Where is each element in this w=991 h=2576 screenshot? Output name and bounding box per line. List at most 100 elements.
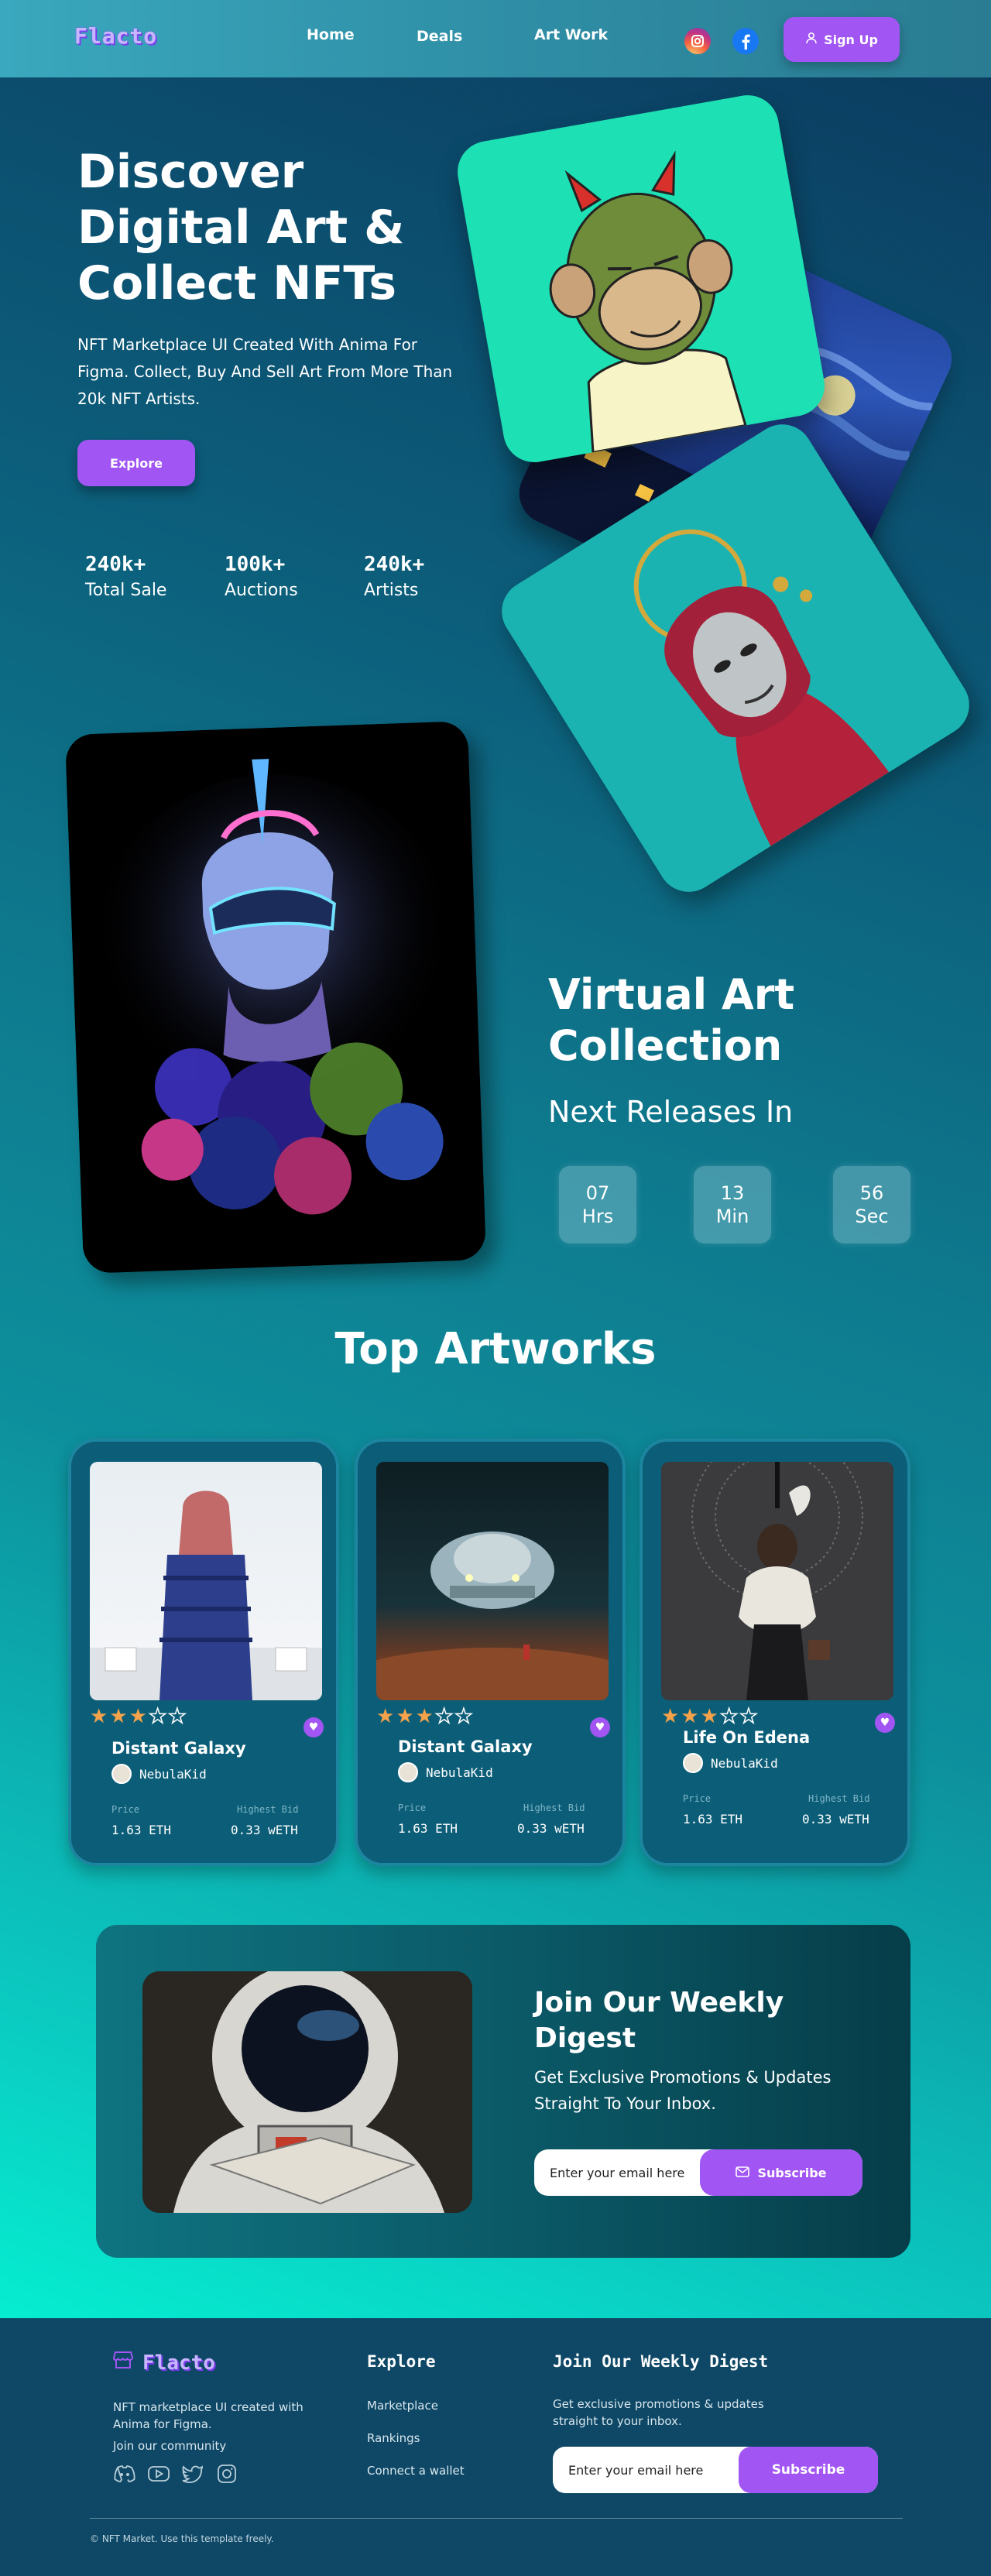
explore-button[interactable]: Explore [77, 440, 195, 486]
youtube-icon[interactable] [147, 2462, 170, 2485]
virtual-art-image[interactable] [65, 721, 486, 1274]
stat-value: 240k+ [364, 553, 425, 576]
artwork-creator[interactable]: NebulaKid [111, 1764, 207, 1784]
stat-total-sale: 240k+ Total Sale [85, 553, 166, 600]
footer-community-label: Join our community [113, 2439, 227, 2453]
footer-social-icons [113, 2462, 238, 2485]
mail-icon [736, 2166, 750, 2180]
artwork-card[interactable]: ★★★★★ ♥ Life On Edena NebulaKid Price Hi… [640, 1439, 910, 1866]
footer-link-rankings[interactable]: Rankings [367, 2431, 420, 2445]
artwork-name: Life On Edena [683, 1728, 811, 1747]
instagram-icon[interactable] [215, 2462, 238, 2485]
star-filled-icon: ★ [415, 1705, 435, 1728]
stat-artists: 240k+ Artists [364, 553, 424, 600]
rating-stars: ★★★★★ [661, 1704, 760, 1729]
footer-subscribe-button[interactable]: Subscribe [739, 2447, 878, 2493]
highest-bid-label: Highest Bid [808, 1793, 870, 1804]
astronaut-image [142, 1971, 472, 2213]
price-label: Price [683, 1793, 712, 1804]
footer-divider [90, 2518, 903, 2519]
countdown-value: 07 [585, 1182, 610, 1204]
footer-email-form: Subscribe [553, 2447, 878, 2493]
rating-stars: ★★★★★ [376, 1704, 475, 1729]
next-releases-label: Next Releases In [548, 1095, 794, 1129]
star-empty-icon: ★ [434, 1704, 455, 1729]
highest-bid-value: 0.33 wETH [231, 1823, 298, 1837]
artwork-creator[interactable]: NebulaKid [398, 1762, 493, 1782]
instagram-icon[interactable] [684, 28, 711, 54]
artwork-image[interactable] [661, 1462, 893, 1700]
like-heart-icon[interactable]: ♥ [590, 1717, 610, 1737]
nav-link-deals[interactable]: Deals [417, 28, 462, 45]
countdown-minutes: 13 Min [694, 1166, 771, 1243]
artwork-name: Distant Galaxy [111, 1739, 246, 1758]
creator-name: NebulaKid [711, 1755, 778, 1771]
countdown-seconds: 56 Sec [833, 1166, 910, 1243]
price-value: 1.63 ETH [398, 1821, 458, 1836]
twitter-icon[interactable] [181, 2462, 204, 2485]
star-filled-icon: ★ [700, 1705, 720, 1728]
like-heart-icon[interactable]: ♥ [875, 1713, 895, 1733]
stat-label: Total Sale [85, 581, 167, 600]
countdown-hours: 07 Hrs [559, 1166, 636, 1243]
countdown-value: 56 [859, 1182, 884, 1204]
footer-logo[interactable]: Flacto [112, 2351, 215, 2375]
star-filled-icon: ★ [129, 1705, 149, 1728]
subscribe-label: Subscribe [757, 2165, 827, 2180]
star-filled-icon: ★ [376, 1705, 396, 1728]
user-icon [805, 32, 818, 47]
creator-avatar [398, 1762, 418, 1782]
stat-auctions: 100k+ Auctions [225, 553, 298, 600]
ape-artwork[interactable] [452, 90, 830, 468]
rating-stars: ★★★★★ [90, 1704, 188, 1729]
virtual-art-title: Virtual Art Collection [548, 970, 795, 1070]
digest-subscribe-button[interactable]: Subscribe [700, 2149, 862, 2196]
footer-email-input[interactable] [553, 2447, 731, 2493]
digest-title: Join Our Weekly Digest [534, 1987, 784, 2054]
footer: Flacto NFT marketplace UI created with A… [0, 2318, 991, 2576]
footer-about: NFT marketplace UI created with Anima fo… [113, 2400, 303, 2431]
countdown-unit: Min [715, 1206, 749, 1227]
price-value: 1.63 ETH [683, 1812, 743, 1827]
artwork-creator[interactable]: NebulaKid [683, 1753, 778, 1773]
footer-digest-text: Get exclusive promotions & updates strai… [553, 2397, 764, 2428]
footer-logo-text: Flacto [142, 2351, 215, 2375]
footer-link-connect-wallet[interactable]: Connect a wallet [367, 2464, 465, 2478]
stat-value: 100k+ [225, 553, 286, 576]
logo[interactable]: Flacto [74, 23, 157, 49]
artwork-image[interactable] [376, 1462, 609, 1700]
star-empty-icon: ★ [719, 1704, 740, 1729]
creator-avatar [683, 1753, 703, 1773]
like-heart-icon[interactable]: ♥ [303, 1717, 324, 1737]
star-filled-icon: ★ [661, 1705, 681, 1728]
creator-name: NebulaKid [139, 1766, 207, 1782]
discord-icon[interactable] [113, 2462, 136, 2485]
highest-bid-value: 0.33 wETH [802, 1812, 869, 1827]
sign-up-label: Sign Up [824, 32, 878, 47]
sign-up-button[interactable]: Sign Up [784, 17, 900, 62]
countdown-value: 13 [720, 1182, 745, 1204]
artwork-card[interactable]: ★★★★★ ♥ Distant Galaxy NebulaKid Price H… [355, 1439, 626, 1866]
digest-email-input[interactable] [534, 2149, 705, 2196]
star-filled-icon: ★ [681, 1705, 701, 1728]
page: Flacto Home Deals Art Work Sign Up Disco… [0, 0, 991, 2576]
hero-title: Discover Digital Art & Collect NFTs [77, 145, 405, 310]
facebook-icon[interactable] [732, 28, 759, 54]
digest-subtitle: Get Exclusive Promotions & Updates Strai… [534, 2068, 832, 2113]
star-empty-icon: ★ [167, 1704, 188, 1729]
navbar: Flacto Home Deals Art Work Sign Up [0, 0, 991, 77]
hero-subtitle: NFT Marketplace UI Created With Anima Fo… [77, 335, 453, 408]
nav-link-art-work[interactable]: Art Work [534, 26, 608, 43]
artwork-card[interactable]: ★★★★★ ♥ Distant Galaxy NebulaKid Price H… [68, 1439, 339, 1866]
star-empty-icon: ★ [739, 1704, 760, 1729]
footer-link-marketplace[interactable]: Marketplace [367, 2399, 438, 2413]
artwork-image[interactable] [90, 1462, 322, 1700]
countdown-unit: Hrs [581, 1206, 614, 1227]
price-value: 1.63 ETH [111, 1823, 172, 1837]
footer-digest-title: Join Our Weekly Digest [553, 2352, 769, 2371]
footer-copyright: © NFT Market. Use this template freely. [90, 2533, 274, 2544]
artwork-name: Distant Galaxy [398, 1737, 533, 1756]
footer-explore-title: Explore [367, 2352, 436, 2371]
nav-link-home[interactable]: Home [307, 26, 355, 43]
star-filled-icon: ★ [109, 1705, 129, 1728]
